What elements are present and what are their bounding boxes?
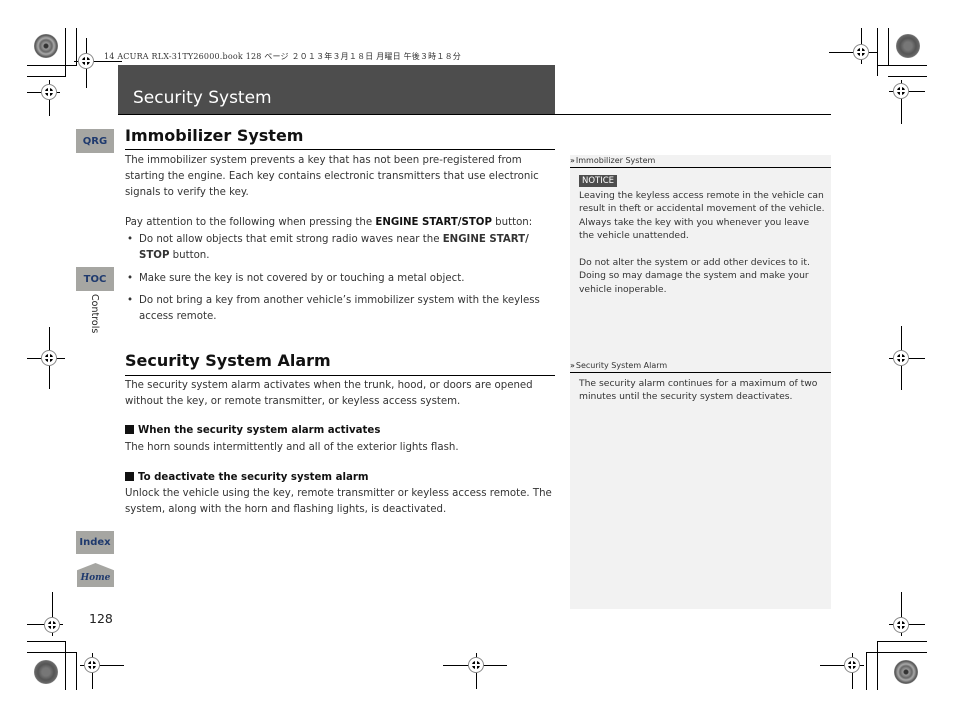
crosshair-icon (844, 657, 860, 673)
square-bullet-icon (125, 472, 134, 481)
alarm-heading: Security System Alarm (125, 351, 331, 370)
registration-disc-icon (34, 660, 58, 684)
double-chevron-icon: » (570, 156, 575, 165)
index-tab[interactable]: Index (76, 531, 114, 554)
page-number: 128 (89, 611, 113, 626)
alarm-note-text: The security alarm continues for a maxim… (579, 378, 818, 403)
chapter-label: Controls (89, 294, 100, 334)
deactivate-subheading: To deactivate the security system alarm (125, 472, 368, 483)
bullet-item: Do not allow objects that emit strong ra… (127, 232, 555, 264)
bullet-item: Do not bring a key from another vehicle’… (127, 293, 555, 325)
crosshair-icon (893, 617, 909, 633)
crosshair-icon (44, 617, 60, 633)
attention-text: Pay attention to the following when pres… (125, 217, 533, 228)
double-chevron-icon: » (570, 361, 575, 370)
crosshair-icon (468, 657, 484, 673)
notice-badge: NOTICE (579, 175, 618, 187)
crosshair-icon (893, 350, 909, 366)
toc-tab[interactable]: TOC (76, 267, 114, 291)
when-alarm-text: The horn sounds intermittently and all o… (125, 442, 459, 453)
qrg-tab[interactable]: QRG (76, 129, 114, 153)
registration-disc-icon (34, 34, 58, 58)
crosshair-icon (84, 657, 100, 673)
immobilizer-heading: Immobilizer System (125, 126, 304, 145)
alarm-ref-link[interactable]: »Security System Alarm (570, 361, 831, 373)
crosshair-icon (41, 350, 57, 366)
immobilizer-ref-link[interactable]: »Immobilizer System (570, 156, 831, 168)
immobilizer-intro: The immobilizer system prevents a key th… (125, 155, 539, 198)
home-tab[interactable]: Home (77, 563, 114, 587)
registration-disc-icon (894, 660, 918, 684)
crosshair-icon (853, 44, 869, 60)
title-rule (118, 114, 831, 115)
deactivate-text: Unlock the vehicle using the key, remote… (125, 488, 552, 515)
when-alarm-subheading: When the security system alarm activates (125, 425, 380, 436)
square-bullet-icon (125, 425, 134, 434)
bullet-item: Make sure the key is not covered by or t… (127, 271, 555, 287)
crosshair-icon (893, 83, 909, 99)
alarm-intro: The security system alarm activates when… (125, 380, 533, 407)
heading-rule (125, 375, 555, 376)
section-title: Security System (133, 88, 272, 108)
print-header: 14 ACURA RLX-31TY26000.book 128 ページ ２０１３… (104, 52, 461, 61)
crosshair-icon (41, 84, 57, 100)
crosshair-icon (78, 53, 94, 69)
notice-text-2: Do not alter the system or add other dev… (579, 257, 810, 295)
notice-text: Leaving the keyless access remote in the… (579, 190, 825, 241)
registration-disc-icon (896, 34, 920, 58)
heading-rule (125, 149, 555, 150)
